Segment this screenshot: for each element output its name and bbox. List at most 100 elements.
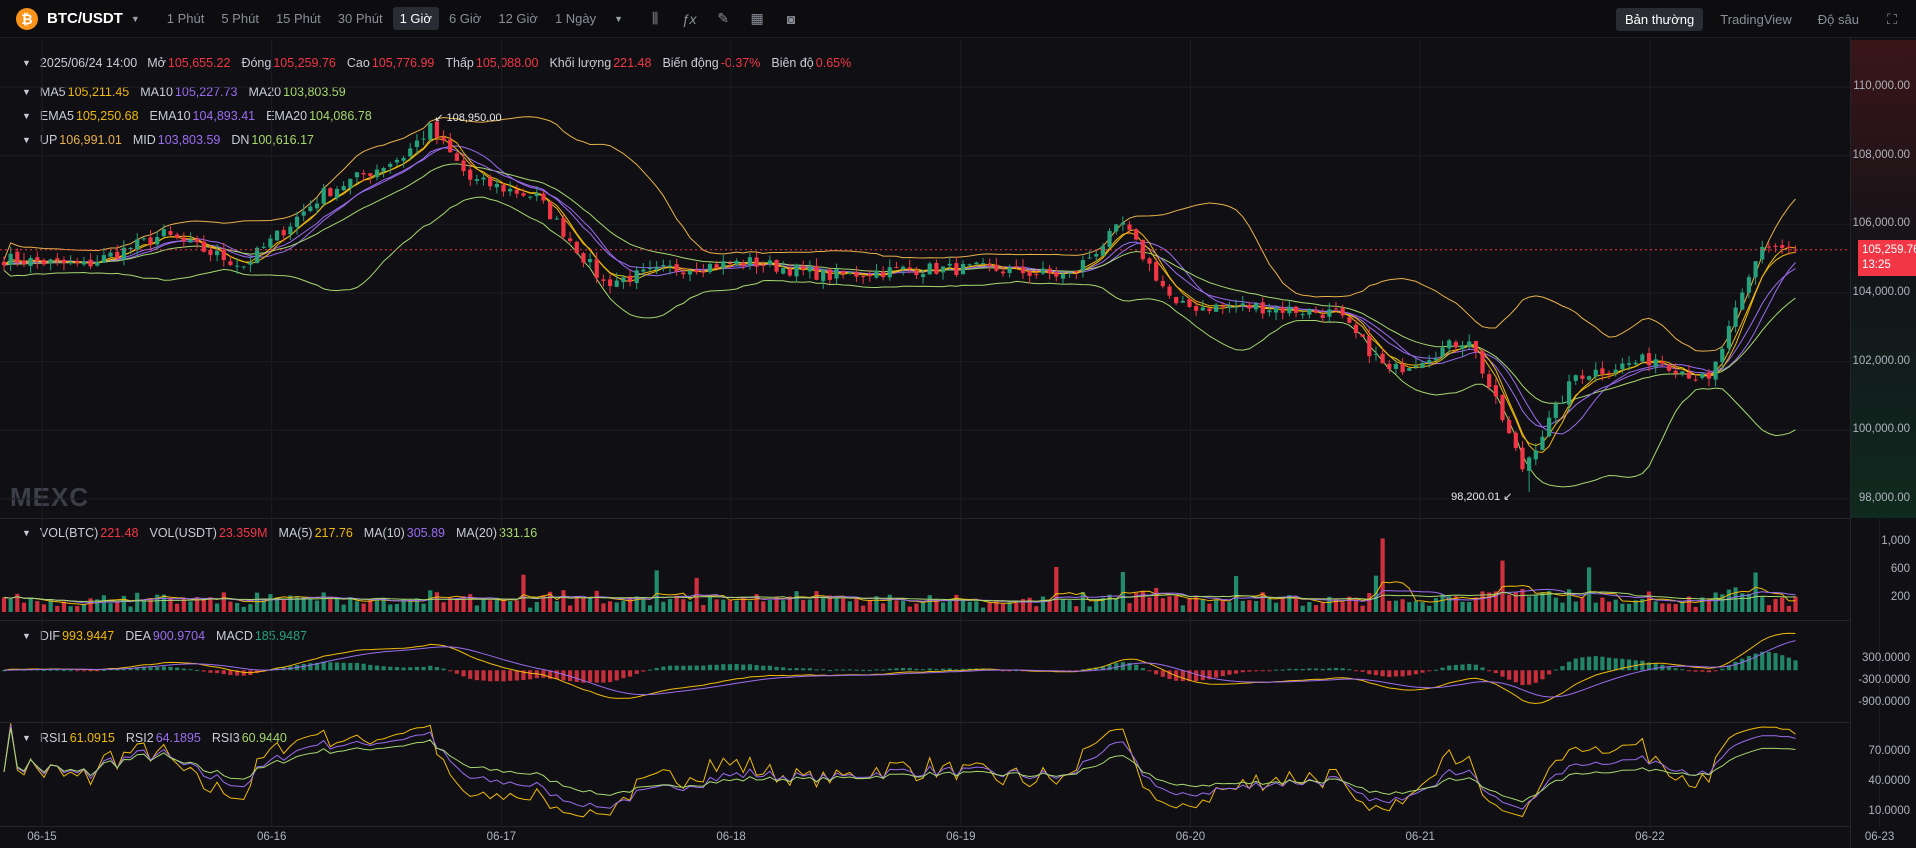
high-marker-label: ↙ 108,950.00 [434, 112, 502, 125]
volume-bar [75, 606, 80, 612]
candle-body [1640, 354, 1645, 362]
volume-tick-label: 600 [1890, 563, 1910, 575]
candle-body [1786, 246, 1791, 248]
macd-histogram-bar [634, 670, 639, 674]
candle-body [887, 267, 892, 278]
candle-body [1720, 348, 1725, 362]
volume-bar [561, 590, 566, 612]
candle-body [1080, 260, 1086, 271]
volume-bar [1760, 597, 1765, 612]
volume-bar [1626, 603, 1632, 612]
macd-histogram-bar [1273, 669, 1279, 671]
time-tick-label: 06-22 [1635, 831, 1665, 843]
macd-histogram-bar [95, 670, 100, 672]
volume-bar [1653, 601, 1658, 612]
macd-histogram-bar [1413, 670, 1419, 675]
macd-histogram-bar [907, 668, 912, 671]
volume-bar [1200, 599, 1205, 612]
volume-bar [1060, 598, 1066, 612]
candle-body [1653, 359, 1658, 367]
kline-chart[interactable] [0, 0, 1916, 848]
macd-histogram-bar [874, 669, 879, 671]
volume-bar [1773, 598, 1778, 612]
volume-bar [268, 594, 273, 612]
candle-body [421, 138, 426, 140]
volume-bar [1666, 603, 1672, 612]
volume-bar [1367, 593, 1372, 612]
pane-separator [0, 518, 1850, 519]
volume-bar [687, 601, 693, 612]
macd-histogram-bar [414, 666, 420, 671]
macd-histogram-bar [394, 667, 400, 671]
candle-body [348, 178, 353, 188]
volume-bar [1074, 606, 1079, 612]
candle-body [647, 268, 653, 270]
macd-tick-label: -300.0000 [1858, 674, 1910, 687]
candle-body [1160, 280, 1165, 287]
volume-bar [521, 574, 526, 612]
candle-body [1333, 308, 1339, 310]
candle-body [1054, 272, 1059, 277]
candle-body [1347, 317, 1352, 323]
candle-body [621, 277, 626, 283]
candle-body [847, 271, 852, 273]
macd-histogram-bar [1140, 668, 1145, 671]
pane-separator [0, 826, 1850, 827]
macd-histogram-bar [1387, 670, 1392, 677]
macd-histogram-bar [794, 668, 799, 671]
macd-histogram-bar [901, 668, 906, 671]
time-tick-label: 06-18 [716, 831, 746, 843]
candle-body [681, 272, 686, 275]
candle-body [514, 189, 519, 194]
macd-histogram-bar [861, 669, 866, 671]
candle-body [541, 193, 546, 201]
candle-body [821, 269, 826, 282]
volume-bar [554, 601, 559, 612]
volume-tick-label: 200 [1890, 591, 1910, 603]
volume-bar [1040, 596, 1046, 612]
candle-body [1760, 246, 1765, 260]
pane-separator [0, 722, 1850, 723]
volume-bar [421, 603, 426, 612]
volume-bar [1047, 600, 1052, 612]
macd-histogram-bar [1540, 670, 1545, 680]
macd-histogram-bar [1160, 670, 1165, 677]
macd-histogram-bar [148, 667, 153, 671]
price-tick-label: 102,000.00 [1852, 354, 1910, 367]
macd-histogram-bar [368, 664, 373, 671]
candle-body [195, 238, 200, 243]
volume-bar [1320, 602, 1325, 612]
candle-body [1400, 363, 1405, 373]
candle-body [607, 279, 613, 286]
volume-bar [1553, 597, 1558, 612]
macd-histogram-bar [767, 665, 772, 671]
candle-body [994, 264, 999, 271]
candle-body [248, 262, 253, 265]
volume-bar [534, 602, 539, 612]
candle-body [827, 269, 832, 280]
volume-bar [488, 600, 493, 612]
macd-histogram-bar [574, 670, 579, 683]
candle-body [294, 216, 300, 227]
macd-histogram-bar [1626, 659, 1632, 671]
macd-histogram-bar [354, 662, 360, 671]
macd-histogram-bar [1487, 670, 1492, 672]
candle-body [1273, 307, 1279, 313]
volume-bar [887, 594, 892, 612]
candle-body [1600, 368, 1605, 374]
macd-histogram-bar [1766, 651, 1771, 671]
candle-body [55, 258, 60, 260]
volume-bar [1413, 600, 1419, 612]
volume-bar [115, 602, 120, 612]
macd-histogram-bar [947, 668, 952, 671]
volume-tick-label: 1,000 [1881, 535, 1910, 547]
volume-bar [761, 601, 766, 612]
macd-histogram-bar [388, 666, 393, 671]
macd-histogram-bar [1347, 669, 1352, 671]
candle-body [394, 159, 400, 163]
candle-body [1180, 300, 1185, 303]
candle-body [727, 262, 733, 264]
candle-body [441, 136, 446, 141]
macd-histogram-bar [1147, 670, 1152, 672]
macd-histogram-bar [621, 670, 626, 679]
